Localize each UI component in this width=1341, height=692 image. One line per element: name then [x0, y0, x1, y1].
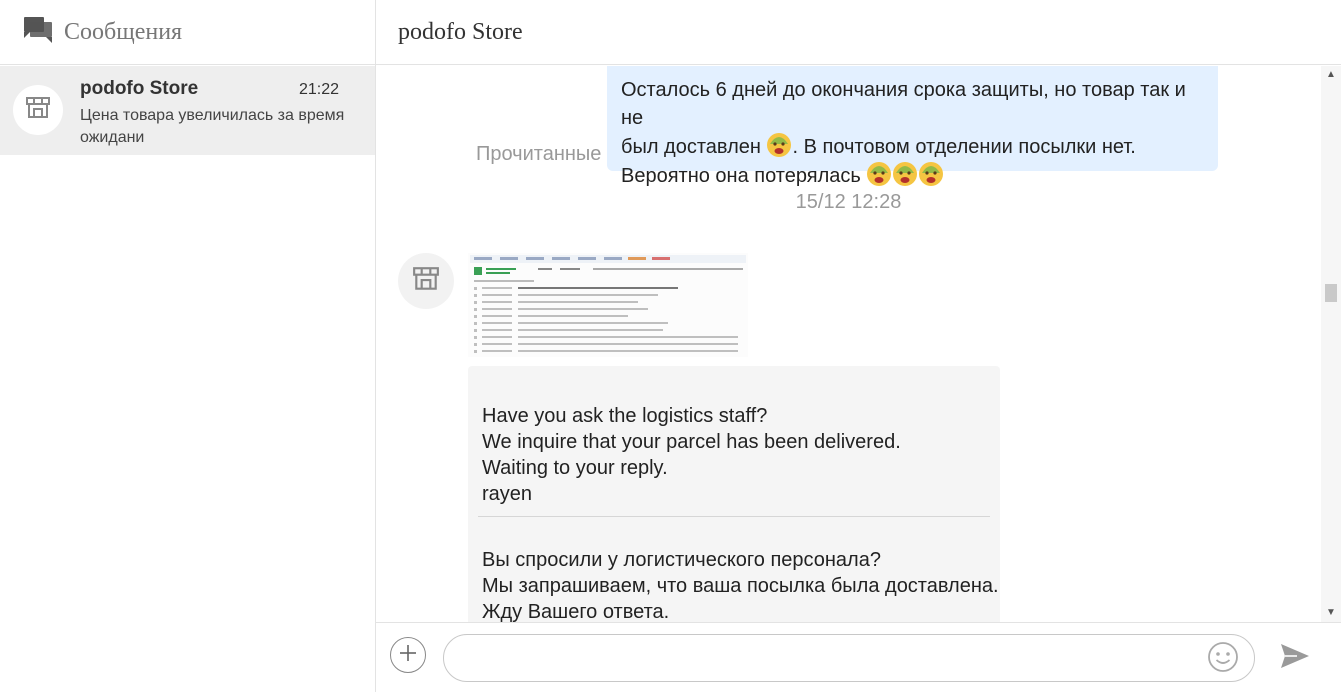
- store-icon: [412, 266, 440, 297]
- scroll-down-icon[interactable]: ▼: [1321, 604, 1341, 622]
- incoming-en-line: rayen: [482, 483, 533, 505]
- tracking-screenshot-image[interactable]: [468, 253, 748, 357]
- sidebar-title: Сообщения: [64, 18, 183, 45]
- sidebar-header: Сообщения: [0, 0, 375, 65]
- message-list[interactable]: Прочитанные Осталось 6 дней до окончания…: [376, 66, 1321, 622]
- store-avatar: [398, 253, 454, 309]
- scroll-up-icon[interactable]: ▲: [1321, 66, 1341, 84]
- chat-bubbles-icon: [24, 16, 52, 48]
- send-icon: [1279, 642, 1311, 675]
- message-timestamp: 15/12 12:28: [795, 191, 902, 213]
- incoming-en-line: We inquire that your parcel has been del…: [482, 431, 901, 453]
- conversation-name: podofo Store: [80, 78, 199, 99]
- send-button[interactable]: [1278, 641, 1312, 675]
- incoming-en-line: Waiting to your reply.: [482, 457, 668, 479]
- smiley-icon: [1207, 641, 1239, 678]
- conversation-preview: Цена товара увеличилась за время ожидани: [80, 107, 345, 146]
- sad-face-emoji-icon: [892, 161, 918, 187]
- message-scrollbar[interactable]: ▲ ▼: [1321, 66, 1341, 622]
- outgoing-line-2b: . В почтовом отделении посылки нет.: [792, 136, 1136, 158]
- attach-button[interactable]: [390, 637, 426, 673]
- outgoing-line-1: Осталось 6 дней до окончания срока защит…: [621, 79, 1186, 129]
- outgoing-line-3: Вероятно она потерялась: [621, 165, 861, 187]
- store-avatar: [13, 85, 63, 135]
- emoji-button[interactable]: [1206, 641, 1240, 678]
- plus-icon: [398, 643, 418, 668]
- conversation-item[interactable]: podofo Store 21:22 Цена товара увеличила…: [0, 66, 375, 155]
- incoming-ru-line: Жду Вашего ответа.: [482, 601, 670, 622]
- incoming-en-line: Have you ask the logistics staff?: [482, 405, 768, 427]
- incoming-ru-line: Вы спросили у логистического персонала?: [482, 549, 881, 571]
- outgoing-line-2a: был доставлен: [621, 136, 761, 158]
- message-input[interactable]: [443, 634, 1255, 682]
- sad-face-emoji-icon: [918, 161, 944, 187]
- read-status: Прочитанные: [476, 143, 602, 165]
- sad-face-emoji-icon: [866, 161, 892, 187]
- scrollbar-thumb[interactable]: [1325, 284, 1337, 302]
- sad-face-emoji-icon: [766, 132, 792, 158]
- message-divider: [478, 516, 990, 517]
- conversation-time: 21:22: [298, 81, 339, 98]
- incoming-ru-line: Мы запрашиваем, что ваша посылка была до…: [482, 575, 999, 597]
- incoming-message: Have you ask the logistics staff? We inq…: [468, 366, 1000, 622]
- outgoing-message: Осталось 6 дней до окончания срока защит…: [607, 66, 1218, 187]
- chat-header: podofo Store: [376, 0, 1341, 65]
- store-icon: [25, 96, 51, 125]
- conversation-sidebar: Сообщения podofo Store 21:22 Цена товара…: [0, 0, 376, 692]
- chat-title: podofo Store: [398, 18, 523, 45]
- message-composer: [376, 622, 1341, 692]
